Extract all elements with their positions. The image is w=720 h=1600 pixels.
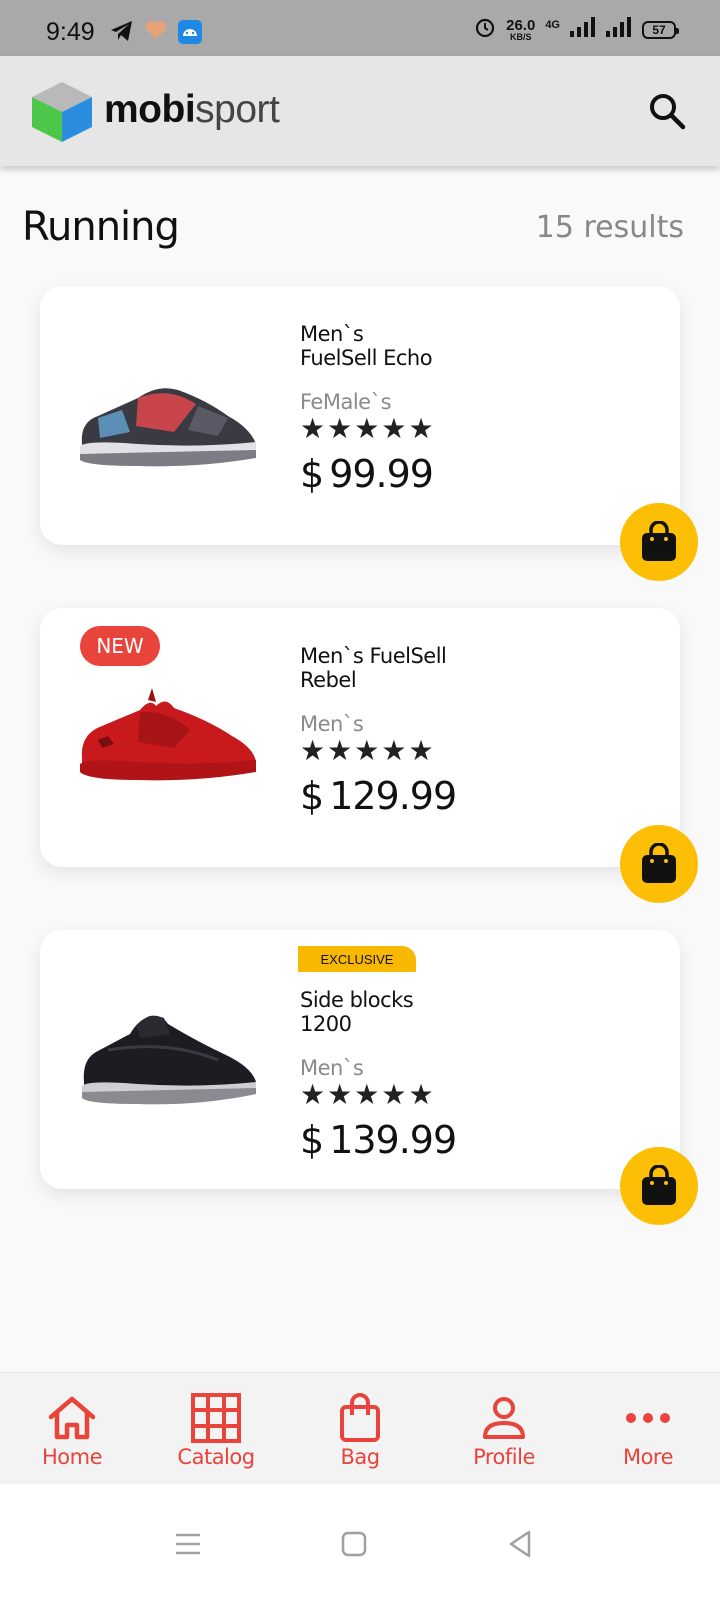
profile-icon [479, 1393, 529, 1443]
add-to-bag-button[interactable] [620, 503, 698, 581]
product-card[interactable]: EXCLUSIVE Side blocks 1200 Men`s ★ ★ ★ ★ ★ $… [40, 930, 698, 1225]
product-gender: Men`s [300, 712, 364, 736]
product-image-shoe[interactable] [78, 346, 258, 476]
star-icon: ★ [300, 412, 326, 445]
shopping-bag-icon [642, 843, 676, 883]
product-name: Men`s FuelSell Echo [300, 322, 433, 370]
product-info: Side blocks 1200 Men`s ★ ★ ★ ★ ★ $139.99 [300, 988, 640, 1162]
network-speed: 26.0 KB/S [506, 16, 536, 42]
bag-icon [335, 1393, 385, 1443]
alarm-icon [474, 16, 496, 43]
star-icon: ★ [327, 1078, 353, 1111]
bottom-navigation: Home Catalog Bag Profile More [0, 1372, 720, 1484]
product-gender: FeMale`s [300, 390, 392, 414]
status-bar: 9:49 26.0 KB/S 4G 57 [0, 0, 720, 56]
star-icon: ★ [381, 1078, 407, 1111]
product-info: Men`s FuelSell Rebel Men`s ★ ★ ★ ★ ★ $129.99 [300, 644, 640, 818]
page-title: Running [22, 204, 180, 250]
product-card[interactable]: Men`s FuelSell Echo FeMale`s ★ ★ ★ ★ ★ $99.9… [40, 286, 698, 581]
badge-exclusive: EXCLUSIVE [298, 946, 416, 972]
product-name: Side blocks 1200 [300, 988, 414, 1036]
star-icon: ★ [381, 412, 407, 445]
nav-item-catalog[interactable]: Catalog [144, 1373, 288, 1484]
brand-name: mobisport [104, 88, 280, 131]
logo-cube-icon[interactable] [30, 80, 94, 144]
search-button[interactable] [644, 88, 690, 134]
home-icon [47, 1393, 97, 1443]
nav-item-bag[interactable]: Bag [288, 1373, 432, 1484]
signal-icon-2 [606, 17, 632, 42]
more-dots-icon [623, 1393, 673, 1443]
network-type: 4G [545, 18, 560, 31]
star-icon: ★ [354, 734, 380, 767]
recents-menu-icon[interactable] [168, 1524, 208, 1564]
product-image-shoe[interactable] [78, 668, 258, 798]
rating-stars: ★ ★ ★ ★ ★ [300, 1080, 640, 1110]
battery-indicator: 57 [642, 20, 679, 39]
shopping-bag-icon [642, 1165, 676, 1205]
rating-stars: ★ ★ ★ ★ ★ [300, 736, 640, 766]
results-count: 15 results [535, 210, 684, 245]
star-icon: ★ [327, 734, 353, 767]
product-price: $139.99 [300, 1118, 457, 1162]
rating-stars: ★ ★ ★ ★ ★ [300, 414, 640, 444]
search-icon [650, 94, 686, 130]
status-time: 9:49 [46, 18, 95, 46]
back-triangle-icon[interactable] [500, 1524, 540, 1564]
add-to-bag-button[interactable] [620, 1147, 698, 1225]
telegram-icon [110, 20, 134, 46]
star-icon: ★ [408, 412, 434, 445]
product-image-shoe[interactable] [78, 990, 258, 1120]
add-to-bag-button[interactable] [620, 825, 698, 903]
star-icon: ★ [354, 412, 380, 445]
star-icon: ★ [300, 734, 326, 767]
product-price: $129.99 [300, 774, 457, 818]
nav-item-more[interactable]: More [576, 1373, 720, 1484]
shopping-bag-icon [642, 521, 676, 561]
product-card[interactable]: NEW Men`s FuelSell Rebel Men`s ★ ★ ★ ★ ★ $12… [40, 608, 698, 903]
heart-icon [145, 20, 167, 44]
product-gender: Men`s [300, 1056, 364, 1080]
star-icon: ★ [327, 412, 353, 445]
star-icon: ★ [408, 1078, 434, 1111]
nav-item-profile[interactable]: Profile [432, 1373, 576, 1484]
star-icon: ★ [381, 734, 407, 767]
product-info: Men`s FuelSell Echo FeMale`s ★ ★ ★ ★ ★ $99.9… [300, 322, 640, 496]
product-price: $99.99 [300, 452, 434, 496]
product-name: Men`s FuelSell Rebel [300, 644, 447, 692]
home-square-icon[interactable] [334, 1524, 374, 1564]
star-icon: ★ [300, 1078, 326, 1111]
nav-item-home[interactable]: Home [0, 1373, 144, 1484]
star-icon: ★ [408, 734, 434, 767]
android-icon [178, 20, 202, 48]
system-navigation-bar [0, 1484, 720, 1600]
signal-icon [570, 17, 596, 42]
badge-new: NEW [80, 626, 160, 666]
app-bar: mobisport [0, 56, 720, 166]
star-icon: ★ [354, 1078, 380, 1111]
grid-icon [191, 1393, 241, 1443]
